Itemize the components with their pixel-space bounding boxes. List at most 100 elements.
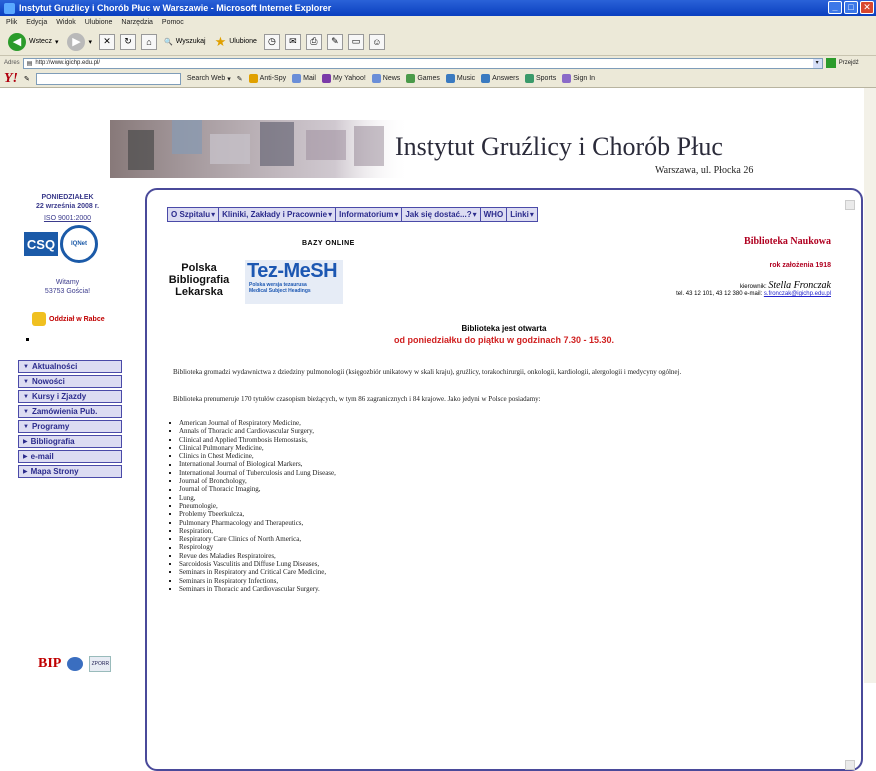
yahoo-item-games[interactable]: Games xyxy=(406,74,440,83)
tab-o-szpitalu[interactable]: O Szpitalu ▾ xyxy=(167,207,220,222)
address-dropdown-icon[interactable]: ▾ xyxy=(812,58,822,68)
back-button[interactable]: ◀ Wstecz ▾ xyxy=(6,32,60,52)
csq-iqnet-logo[interactable]: CSQ IQNet xyxy=(24,224,110,264)
tab-linki[interactable]: Linki ▾ xyxy=(506,207,538,222)
folder-icon[interactable]: ▭ xyxy=(347,33,364,50)
sidebar-item-mapa[interactable]: ▶ Mapa Strony xyxy=(18,465,122,478)
menu-tools[interactable]: Narzędzia xyxy=(121,19,153,26)
zporr-logo[interactable]: ZPORR xyxy=(89,656,112,672)
yahoo-item-news[interactable]: News xyxy=(371,74,400,83)
home-icon[interactable]: ⌂ xyxy=(140,33,157,50)
tez-mesh-logo[interactable]: Tez-MeSH Polska wersja tezaurusa Medical… xyxy=(245,260,343,304)
founded-year: rok założenia 1918 xyxy=(769,262,831,269)
refresh-icon[interactable]: ↻ xyxy=(119,33,136,50)
list-item: Clinical Pulmonary Medicine, xyxy=(169,444,336,452)
print-icon[interactable]: ⎙ xyxy=(305,33,322,50)
content-frame: O Szpitalu ▾ Kliniki, Zakłady i Pracownie… xyxy=(145,188,863,771)
go-icon[interactable] xyxy=(825,58,836,68)
rabka-link[interactable]: Oddział w Rabce xyxy=(32,312,125,326)
menu-favorites[interactable]: Ulubione xyxy=(85,19,113,26)
yahoo-item-antispy[interactable]: Anti-Spy xyxy=(248,74,286,83)
edit-icon[interactable]: ✎ xyxy=(326,33,343,50)
list-item: Revue des Maladies Respiratoires, xyxy=(169,552,336,560)
welcome-text: Witamy xyxy=(55,279,80,286)
tab-jak-sie-dostac[interactable]: Jak się dostać...? ▾ xyxy=(401,207,481,222)
menu-view[interactable]: Widok xyxy=(56,19,75,26)
mail-icon[interactable]: ✉ xyxy=(284,33,301,50)
sidebar-item-nowosci[interactable]: ▼ Nowości xyxy=(18,375,122,388)
head-name: Stella Fronczak xyxy=(768,280,831,291)
page-icon: ▤ xyxy=(26,60,33,67)
yahoo-item-myyahoo[interactable]: My Yahoo! xyxy=(321,74,366,83)
site-title: Instytut Gruźlicy i Chorób Płuc xyxy=(395,132,723,161)
scroll-up-icon[interactable] xyxy=(845,200,855,210)
left-column: PONIEDZIAŁEK 22 września 2008 r. ISO 900… xyxy=(10,193,125,341)
iso-link[interactable]: ISO 9001:2000 xyxy=(10,215,125,222)
list-item: Journal of Bronchology, xyxy=(169,477,336,485)
yahoo-item-mail[interactable]: Mail xyxy=(292,74,316,83)
menu-file[interactable]: Plik xyxy=(6,19,17,26)
list-item: Annals of Thoracic and Cardiovascular Su… xyxy=(169,427,336,435)
yahoo-logo-icon[interactable]: Y! xyxy=(4,71,18,87)
chevron-down-icon: ▼ xyxy=(23,408,29,415)
rabka-label: Oddział w Rabce xyxy=(49,315,105,323)
yahoo-item-signin[interactable]: Sign In xyxy=(562,74,595,83)
chevron-right-icon: ▶ xyxy=(23,454,28,460)
subscriptions-text: Biblioteka prenumeruje 170 tytułów czaso… xyxy=(173,395,541,403)
history-icon[interactable]: ◷ xyxy=(263,33,280,50)
go-button[interactable]: Przejdź xyxy=(839,60,859,66)
address-input[interactable]: ▤ http://www.igichp.edu.pl/ ▾ xyxy=(22,57,823,69)
sidebar-item-aktualnosci[interactable]: ▼ Aktualności xyxy=(18,360,122,373)
yahoo-search-input[interactable] xyxy=(35,72,181,85)
search-button[interactable]: 🔍 Wyszukaj xyxy=(162,32,208,52)
yahoo-toolbar: Y! ✎ Search Web ▾ ✎ Anti-Spy Mail My Yaho… xyxy=(0,70,876,88)
highlight-icon[interactable]: ✎ xyxy=(237,75,243,83)
search-web-button[interactable]: Search Web ▾ xyxy=(187,75,231,83)
menu-help[interactable]: Pomoc xyxy=(162,19,184,26)
chevron-down-icon: ▾ xyxy=(394,210,399,219)
list-item: International Journal of Tuberculosis an… xyxy=(169,469,336,477)
list-item: Respiratory Care Clinics of North Americ… xyxy=(169,535,336,543)
chevron-down-icon: ▾ xyxy=(211,210,216,219)
list-item: Pneumologie, xyxy=(169,502,336,510)
list-item: Sarcoidosis Vasculitis and Diffuse Lung … xyxy=(169,560,336,568)
list-item: Journal of Thoracic Imaging, xyxy=(169,485,336,493)
sidebar-item-bibliografia[interactable]: ▶ Bibliografia xyxy=(18,435,122,448)
tab-kliniki[interactable]: Kliniki, Zakłady i Pracownie ▾ xyxy=(218,207,337,222)
favorites-button[interactable]: ★ Ulubione xyxy=(213,32,259,52)
list-item: American Journal of Respiratory Medicine… xyxy=(169,419,336,427)
eu-flag-icon[interactable] xyxy=(67,657,84,671)
browser-toolbar: ◀ Wstecz ▾ ▶ ▾ ✕ ↻ ⌂ 🔍 Wyszukaj ★ Ulubione… xyxy=(0,28,876,56)
stop-icon[interactable]: ✕ xyxy=(98,33,115,50)
messenger-icon[interactable]: ☺ xyxy=(368,33,385,50)
scroll-down-icon[interactable] xyxy=(845,760,855,770)
page-scrollbar[interactable] xyxy=(864,88,876,683)
bip-logo[interactable]: BIP xyxy=(38,656,61,672)
tab-who[interactable]: WHO xyxy=(479,207,508,222)
forward-button[interactable]: ▶ ▾ xyxy=(65,32,94,52)
maximize-button[interactable]: □ xyxy=(844,1,858,14)
pbl-logo[interactable]: Polska Bibliografia Lekarska xyxy=(167,262,231,298)
list-item: Lung, xyxy=(169,494,336,502)
iqnet-logo: IQNet xyxy=(60,225,98,263)
yahoo-item-sports[interactable]: Sports xyxy=(525,74,556,83)
head-email-link[interactable]: s.fronczak@igichp.edu.pl xyxy=(764,291,831,297)
tab-informatorium[interactable]: Informatorium ▾ xyxy=(335,207,403,222)
journal-list: American Journal of Respiratory Medicine… xyxy=(169,419,336,593)
site-address: Warszawa, ul. Płocka 26 xyxy=(655,165,754,176)
yahoo-item-music[interactable]: Music xyxy=(445,74,475,83)
sidebar-item-zamowienia[interactable]: ▼ Zamówienia Pub. xyxy=(18,405,122,418)
close-button[interactable]: ✕ xyxy=(860,1,874,14)
forward-arrow-icon: ▶ xyxy=(67,32,86,51)
building-icon xyxy=(32,312,46,326)
visitor-counter: Witamy 53753 Gościa! xyxy=(10,278,125,296)
menu-edit[interactable]: Edycja xyxy=(26,19,47,26)
yahoo-item-answers[interactable]: Answers xyxy=(481,74,519,83)
minimize-button[interactable]: _ xyxy=(828,1,842,14)
sidebar-item-programy[interactable]: ▼ Programy xyxy=(18,420,122,433)
sidebar-item-email[interactable]: ▶ e-mail xyxy=(18,450,122,463)
frame-scrollbar[interactable] xyxy=(845,200,855,770)
pencil-icon[interactable]: ✎ xyxy=(24,75,30,83)
chevron-down-icon: ▼ xyxy=(23,393,29,400)
sidebar-item-kursy[interactable]: ▼ Kursy i Zjazdy xyxy=(18,390,122,403)
